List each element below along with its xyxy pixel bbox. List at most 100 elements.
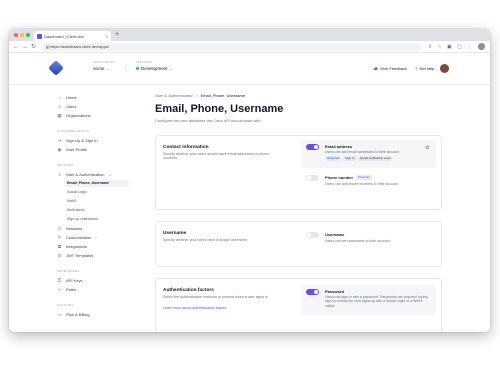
sidebar-item-plan-billing[interactable]: ▭ Plan & Billing [57, 312, 90, 317]
application-selector[interactable]: APPLICATION Acme ⌄ [93, 60, 115, 71]
organizations-icon: ▦ [57, 113, 62, 118]
maximize-window-icon[interactable] [26, 33, 30, 37]
sign-in-icon: ⇥ [57, 138, 62, 143]
give-feedback-button[interactable]: 📣 Give Feedback [373, 66, 407, 71]
phone-number-toggle[interactable] [306, 175, 319, 181]
browser-menu-icon[interactable]: ⋮ [467, 43, 472, 51]
tab-close-icon[interactable]: × [106, 34, 108, 39]
sidebar-item-home[interactable]: ⌂ Home [57, 95, 77, 100]
clerk-favicon-icon [37, 33, 42, 39]
option-title: Email address [325, 144, 352, 149]
email-address-toggle[interactable] [306, 144, 319, 150]
option-description: Users can add email addresses to their a… [325, 150, 399, 154]
page-title: Email, Phone, Username [155, 103, 284, 115]
email-address-label: Email address [325, 144, 353, 149]
card-title: Username [163, 231, 187, 236]
gear-icon[interactable]: ⚙ [425, 146, 429, 151]
sidebar-subitem-email-phone-username[interactable]: Email, Phone, Username [67, 181, 109, 185]
section-heading-developers: DEVELOPERS [57, 269, 80, 273]
password-toggle[interactable] [306, 289, 319, 295]
main-content: User & Authentication / Email, Phone, Us… [147, 85, 447, 332]
sidebar-item-label: Integrations [66, 244, 87, 249]
card-description: Specify whether your users should have e… [163, 152, 270, 161]
instance-selector[interactable]: INSTANCE Development ⌄ [136, 60, 173, 71]
sidebar-item-sessions[interactable]: ◷ Sessions [57, 226, 83, 231]
chevron-down-icon: ⌄ [108, 172, 112, 177]
lock-icon: 🔒 [45, 44, 50, 49]
sidebar-item-user-profile[interactable]: ◉ User Profile [57, 147, 87, 152]
premium-badge: Premium [356, 175, 373, 180]
breadcrumb: User & Authentication / Email, Phone, Us… [155, 93, 245, 98]
sidebar-item-user-authentication[interactable]: ☺ User & Authentication ⌄ [57, 172, 112, 177]
credit-card-icon: ▭ [57, 312, 62, 317]
get-help-button[interactable]: ? Get help [415, 66, 434, 71]
help-icon: ? [415, 66, 418, 71]
password-option: Password Users can sign in with a passwo… [301, 285, 436, 315]
minimize-window-icon[interactable] [20, 33, 24, 37]
learn-more-link[interactable]: Learn more about authentication factors [163, 306, 227, 310]
sidebar-item-label: Home [66, 95, 77, 100]
sidebar-item-organizations[interactable]: ▦ Organizations [57, 113, 91, 118]
username-card: Username Specify whether your users have… [155, 221, 442, 267]
sidebar-item-jwt-templates[interactable]: ⊡ JWT Templates [57, 253, 94, 258]
sidebar-item-label: JWT Templates [66, 253, 94, 258]
megaphone-icon: 📣 [373, 66, 378, 71]
password-label: Password [325, 289, 344, 294]
card-description: Specify whether your users have a unique… [163, 238, 247, 242]
sidebar-item-customization[interactable]: ✎ Customization › [57, 235, 97, 240]
sidebar-item-api-keys[interactable]: ⚿ API Keys [57, 278, 83, 283]
template-icon: ⊡ [57, 253, 62, 258]
key-icon: ⚿ [57, 278, 62, 283]
option-description: Users can add phone numbers to their acc… [325, 182, 398, 186]
close-window-icon[interactable] [14, 33, 18, 37]
sidebar-item-label: Organizations [66, 113, 91, 118]
browser-tab[interactable]: Dashboard | Clerk.dev × [34, 31, 111, 41]
url-bar[interactable]: 🔒 https://dashboard.clerk.dev/apps/ [42, 43, 422, 51]
application-value: Acme [93, 66, 105, 71]
section-heading-customer-facing: CUSTOMER-FACING [57, 129, 90, 133]
new-tab-button[interactable]: + [115, 31, 119, 39]
chip-sign-in: Sign in [343, 156, 357, 161]
browser-profile-avatar[interactable] [478, 43, 485, 50]
home-icon: ⌂ [58, 95, 61, 100]
give-feedback-label: Give Feedback [379, 66, 407, 71]
users-icon: ☺ [57, 104, 62, 109]
paths-icon: ⑂ [58, 287, 61, 292]
sidebar-item-label: Plan & Billing [66, 312, 90, 317]
section-heading-account: ACCOUNT [57, 303, 74, 307]
user-icon: ☺ [57, 172, 62, 177]
sidebar-subitem-sign-up-restrictions[interactable]: Sign-up restrictions [67, 217, 98, 221]
sidebar-item-users[interactable]: ☺ Users [57, 104, 76, 109]
breadcrumb-parent[interactable]: User & Authentication [155, 93, 193, 98]
chip-verification: Email verification code [358, 156, 393, 161]
reload-icon[interactable]: ↻ [31, 43, 36, 51]
clerk-logo-icon[interactable] [48, 60, 64, 76]
chevron-down-icon: ⌄ [169, 66, 173, 71]
sidebar-item-label: Customization [66, 235, 92, 240]
sidebar-item-sign-up-sign-in[interactable]: ⇥ Sign Up & Sign In [57, 138, 98, 143]
forward-arrow-icon[interactable]: → [22, 43, 28, 51]
sidebar-item-label: Sessions [66, 226, 83, 231]
chip-required: Required [325, 156, 342, 161]
clerk-dashboard: APPLICATION Acme ⌄ / INSTANCE Development… [9, 53, 490, 332]
sidebar-item-label: User Profile [66, 147, 87, 152]
sidebar-item-label: API Keys [66, 278, 83, 283]
browser-window: Dashboard | Clerk.dev × + ← → ↻ 🔒 https:… [9, 29, 490, 332]
share-icon[interactable]: ⇪ [428, 43, 432, 51]
sidebar-item-label: Paths [66, 287, 77, 292]
sidebar-subitem-multi-factor[interactable]: Multi-factor [67, 208, 85, 212]
email-address-option: Email address Users can add email addres… [301, 140, 436, 168]
username-toggle[interactable] [306, 232, 319, 238]
sidebar-toggle-icon[interactable]: ▢ [457, 43, 462, 51]
phone-number-option: Phone number Premium Users can add phone … [301, 173, 436, 193]
card-title: Authentication factors [163, 288, 214, 293]
contact-information-card: Contact information Specify whether your… [155, 135, 442, 210]
sidebar-subitem-social-login[interactable]: Social Login [67, 190, 87, 194]
sidebar-item-paths[interactable]: ⑂ Paths [57, 287, 76, 292]
back-arrow-icon[interactable]: ← [13, 43, 19, 51]
sidebar-item-integrations[interactable]: ⧉ Integrations [57, 244, 87, 249]
user-avatar[interactable] [440, 64, 449, 73]
extensions-icon[interactable]: ▣ [447, 43, 452, 51]
bookmark-star-icon[interactable]: ☆ [437, 43, 441, 51]
sidebar-subitem-web3[interactable]: Web3 [67, 199, 76, 203]
